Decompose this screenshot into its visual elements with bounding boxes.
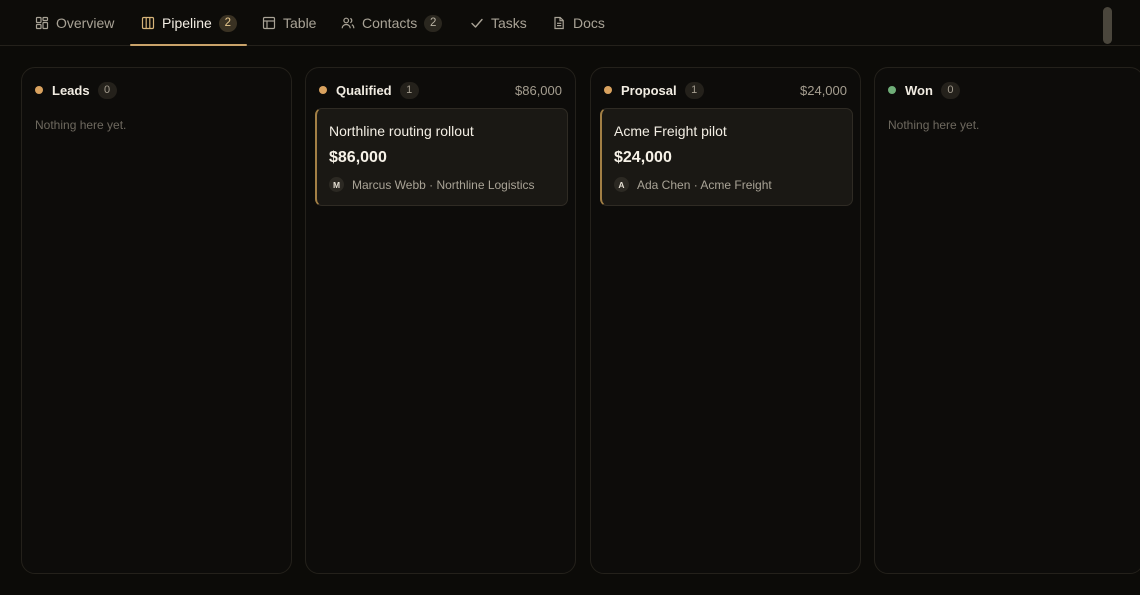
column-header: Leads 0 bbox=[22, 68, 291, 112]
tab-bar: Overview Pipeline 2 Table Contacts 2 Tas… bbox=[0, 0, 1140, 46]
check-icon bbox=[470, 16, 484, 30]
tab-label: Overview bbox=[56, 15, 115, 31]
scrollbar-thumb[interactable] bbox=[1103, 7, 1112, 44]
column-total: $86,000 bbox=[515, 82, 562, 98]
deal-contact: Ada Chen · Acme Freight bbox=[637, 177, 772, 192]
tab-pipeline[interactable]: Pipeline 2 bbox=[130, 0, 247, 46]
tab-count-badge: 2 bbox=[424, 14, 443, 32]
column-title: Leads bbox=[52, 82, 90, 98]
deal-meta: M Marcus Webb · Northline Logistics bbox=[329, 177, 535, 192]
stage-dot bbox=[319, 86, 327, 94]
column-qualified: Qualified 1 $86,000 Northline routing ro… bbox=[305, 67, 576, 574]
deal-amount: $24,000 bbox=[614, 149, 672, 166]
column-title: Qualified bbox=[336, 82, 392, 98]
document-icon bbox=[552, 16, 566, 30]
column-count-badge: 1 bbox=[684, 81, 704, 99]
tab-tasks[interactable]: Tasks bbox=[470, 0, 527, 46]
column-won: Won 0 Nothing here yet. bbox=[874, 67, 1140, 574]
tab-label: Pipeline bbox=[162, 15, 212, 31]
column-title: Proposal bbox=[621, 82, 677, 98]
tab-table[interactable]: Table bbox=[262, 0, 316, 46]
column-proposal: Proposal 1 $24,000 Acme Freight pilot $2… bbox=[590, 67, 861, 574]
stage-dot bbox=[35, 86, 43, 94]
tab-contacts[interactable]: Contacts 2 bbox=[341, 0, 443, 46]
stage-dot bbox=[888, 86, 896, 94]
users-icon bbox=[341, 16, 355, 30]
column-total: $24,000 bbox=[800, 82, 847, 98]
column-count-badge: 0 bbox=[940, 81, 960, 99]
empty-state: Nothing here yet. bbox=[888, 118, 980, 132]
stage-dot bbox=[604, 86, 612, 94]
kanban-columns-icon bbox=[141, 16, 155, 30]
column-header: Proposal 1 $24,000 bbox=[591, 68, 860, 112]
tab-count-badge: 2 bbox=[218, 14, 237, 32]
crm-app: Overview Pipeline 2 Table Contacts 2 Tas… bbox=[0, 0, 1140, 595]
column-header: Qualified 1 $86,000 bbox=[306, 68, 575, 112]
deal-card[interactable]: Acme Freight pilot $24,000 A Ada Chen · … bbox=[600, 108, 853, 206]
tab-label: Table bbox=[283, 15, 317, 31]
empty-state: Nothing here yet. bbox=[35, 118, 127, 132]
column-count-badge: 1 bbox=[399, 81, 419, 99]
deal-contact: Marcus Webb · Northline Logistics bbox=[352, 177, 535, 192]
deal-meta: A Ada Chen · Acme Freight bbox=[614, 177, 772, 192]
deal-amount: $86,000 bbox=[329, 149, 387, 166]
dashboard-icon bbox=[35, 16, 49, 30]
column-leads: Leads 0 Nothing here yet. bbox=[21, 67, 292, 574]
avatar: M bbox=[329, 177, 344, 192]
column-title: Won bbox=[905, 82, 933, 98]
column-count-badge: 0 bbox=[97, 81, 117, 99]
tab-label: Contacts bbox=[362, 15, 418, 31]
deal-card[interactable]: Northline routing rollout $86,000 M Marc… bbox=[315, 108, 568, 206]
column-header: Won 0 bbox=[875, 68, 1140, 112]
tab-overview[interactable]: Overview bbox=[35, 0, 114, 46]
deal-title: Northline routing rollout bbox=[329, 123, 474, 139]
avatar: A bbox=[614, 177, 629, 192]
tab-docs[interactable]: Docs bbox=[552, 0, 605, 46]
tab-label: Tasks bbox=[491, 15, 527, 31]
tab-label: Docs bbox=[573, 15, 605, 31]
deal-title: Acme Freight pilot bbox=[614, 123, 727, 139]
table-icon bbox=[262, 16, 276, 30]
